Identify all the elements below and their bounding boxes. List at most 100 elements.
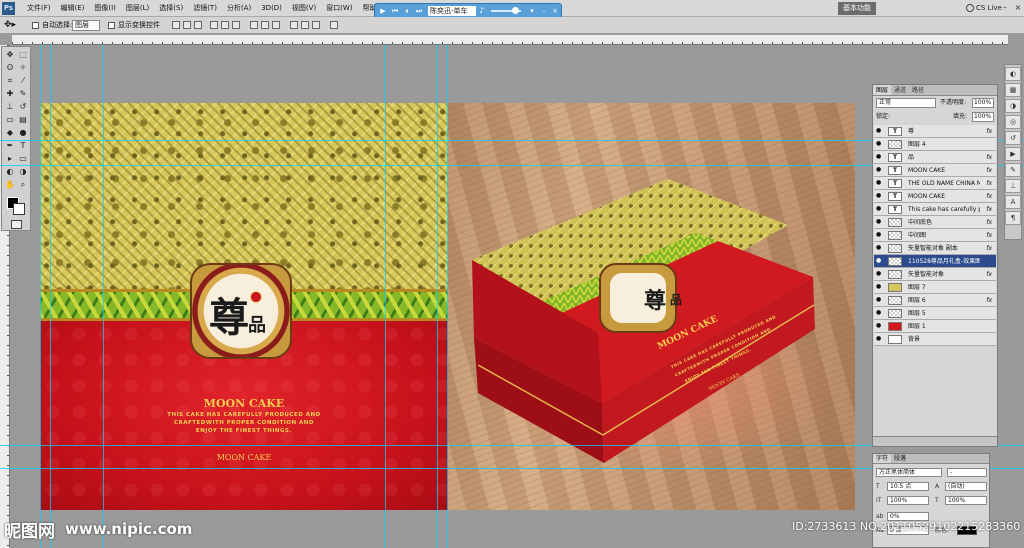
adjustments-panel-icon[interactable]: ◑ <box>1005 99 1021 113</box>
layer-fx-icon[interactable]: fx <box>986 268 992 281</box>
3d-rotate-icon[interactable]: ◐ <box>4 166 16 177</box>
prev-icon[interactable]: ⏮ <box>390 6 400 16</box>
guide-vertical[interactable] <box>40 45 41 548</box>
align-bottom-icon[interactable] <box>194 21 202 29</box>
visibility-eye-icon[interactable]: ● <box>876 128 883 134</box>
layer-row[interactable]: ● T MOON CAKE fx <box>874 190 996 203</box>
layer-name[interactable]: 图层 4 <box>908 138 980 151</box>
layer-fx-icon[interactable]: fx <box>986 229 992 242</box>
guide-vertical[interactable] <box>103 45 104 548</box>
layer-row[interactable]: ● 图层 6 fx <box>874 294 996 307</box>
paragraph-panel-icon[interactable]: ¶ <box>1005 211 1021 225</box>
move-tool-icon[interactable]: ✥▸ <box>4 20 18 31</box>
distribute-center-icon[interactable] <box>301 21 309 29</box>
font-family-select[interactable]: 方正黑体简体 <box>876 468 942 477</box>
tab-paragraph[interactable]: 段落 <box>891 454 909 463</box>
layer-row[interactable]: ● T This cake has carefully p... fx <box>874 203 996 216</box>
magic-wand-icon[interactable]: ✧ <box>17 62 29 73</box>
menu-view[interactable]: 视图(V) <box>287 0 321 17</box>
layer-row[interactable]: ● 110528尊品月礼盒-效果图 <box>874 255 996 268</box>
menu-select[interactable]: 选择(S) <box>154 0 188 17</box>
workspace-button[interactable]: 基本功能 <box>838 2 876 15</box>
lasso-icon[interactable]: ʘ <box>4 62 16 73</box>
distribute-right-icon[interactable] <box>312 21 320 29</box>
layer-row[interactable]: ● 矢量智能对象 fx <box>874 268 996 281</box>
crop-icon[interactable]: ⌗ <box>4 75 16 86</box>
menu-3d[interactable]: 3D(D) <box>256 0 287 17</box>
menu-file[interactable]: 文件(F) <box>22 0 56 17</box>
vertical-scale-input[interactable]: 100% <box>887 496 929 505</box>
layer-fx-icon[interactable]: fx <box>986 216 992 229</box>
guide-horizontal[interactable] <box>0 468 1024 469</box>
blend-mode-select[interactable]: 正常 <box>876 98 936 108</box>
visibility-eye-icon[interactable]: ● <box>876 284 883 290</box>
swatches-panel-icon[interactable]: ▦ <box>1005 83 1021 97</box>
font-size-input[interactable]: 10.5 点 <box>887 482 929 491</box>
fill-input[interactable]: 100% <box>972 112 994 122</box>
show-transform-checkbox[interactable] <box>108 22 115 29</box>
guide-vertical[interactable] <box>437 45 438 548</box>
visibility-eye-icon[interactable]: ● <box>876 193 883 199</box>
layer-row[interactable]: ● 中间底色 fx <box>874 216 996 229</box>
tab-channels[interactable]: 通道 <box>891 85 909 95</box>
menu-analysis[interactable]: 分析(A) <box>222 0 256 17</box>
guide-vertical[interactable] <box>447 45 448 548</box>
distribute-middle-icon[interactable] <box>261 21 269 29</box>
visibility-eye-icon[interactable]: ● <box>876 258 883 264</box>
visibility-eye-icon[interactable]: ● <box>876 154 883 160</box>
clone-source-panel-icon[interactable]: ⊥ <box>1005 179 1021 193</box>
horizontal-ruler[interactable] <box>12 35 1008 45</box>
quick-mask-icon[interactable] <box>11 220 22 229</box>
guide-horizontal[interactable] <box>0 165 1024 166</box>
history-brush-icon[interactable]: ↺ <box>17 101 29 112</box>
layer-name[interactable]: 矢量智能对象 副本 <box>908 242 980 255</box>
pen-icon[interactable]: ✒ <box>4 140 16 151</box>
guide-horizontal[interactable] <box>0 140 1024 141</box>
distribute-top-icon[interactable] <box>250 21 258 29</box>
layer-name[interactable]: 中间底色 <box>908 216 980 229</box>
layer-name[interactable]: MOON CAKE <box>908 164 980 177</box>
layer-name[interactable]: 图层 1 <box>908 320 980 333</box>
visibility-eye-icon[interactable]: ● <box>876 271 883 277</box>
horizontal-scale-input[interactable]: 100% <box>945 496 987 505</box>
layer-name[interactable]: 110528尊品月礼盒-效果图 <box>908 255 980 268</box>
layer-row[interactable]: ● T THE OLD NAME CHINA M... fx <box>874 177 996 190</box>
opacity-input[interactable]: 100% <box>972 98 994 108</box>
gradient-icon[interactable]: ▤ <box>17 114 29 125</box>
pause-icon[interactable]: ⏸ <box>402 6 412 16</box>
layer-row[interactable]: ● 矢量智能对象 副本 fx <box>874 242 996 255</box>
layer-name[interactable]: 图层 6 <box>908 294 980 307</box>
layer-fx-icon[interactable]: fx <box>986 125 992 138</box>
actions-panel-icon[interactable]: ▶ <box>1005 147 1021 161</box>
distribute-left-icon[interactable] <box>290 21 298 29</box>
layer-row[interactable]: ● 图层 4 <box>874 138 996 151</box>
layer-fx-icon[interactable]: fx <box>986 203 992 216</box>
blur-icon[interactable]: ◆ <box>4 127 16 138</box>
color-panel-icon[interactable]: ◐ <box>1005 67 1021 81</box>
minimize-icon[interactable]: – <box>1000 3 1010 13</box>
visibility-eye-icon[interactable]: ● <box>876 219 883 225</box>
visibility-eye-icon[interactable]: ● <box>876 206 883 212</box>
layer-row[interactable]: ● T MOON CAKE fx <box>874 164 996 177</box>
history-panel-icon[interactable]: ↺ <box>1005 131 1021 145</box>
layer-fx-icon[interactable]: fx <box>986 151 992 164</box>
tab-character[interactable]: 字符 <box>873 454 892 463</box>
healing-icon[interactable]: ✚ <box>4 88 16 99</box>
visibility-eye-icon[interactable]: ● <box>876 180 883 186</box>
volume-slider-knob[interactable] <box>512 7 519 14</box>
layer-name[interactable]: 中间图 <box>908 229 980 242</box>
marquee-icon[interactable]: ⬚ <box>17 49 29 60</box>
layer-fx-icon[interactable]: fx <box>986 177 992 190</box>
tab-paths[interactable]: 路径 <box>909 85 927 95</box>
layer-name[interactable]: This cake has carefully p... <box>908 203 980 216</box>
layer-name[interactable]: 图层 5 <box>908 307 980 320</box>
close-icon[interactable]: × <box>1013 3 1023 13</box>
tab-layers[interactable]: 图层 <box>873 85 892 95</box>
clone-stamp-icon[interactable]: ⊥ <box>4 101 16 112</box>
layer-name[interactable]: 图层 7 <box>908 281 980 294</box>
distribute-bottom-icon[interactable] <box>272 21 280 29</box>
next-icon[interactable]: ⏭ <box>414 6 424 16</box>
layer-row[interactable]: ● 背景 <box>874 333 996 346</box>
shape-icon[interactable]: ▭ <box>17 153 29 164</box>
layer-name[interactable]: THE OLD NAME CHINA M... <box>908 177 980 190</box>
